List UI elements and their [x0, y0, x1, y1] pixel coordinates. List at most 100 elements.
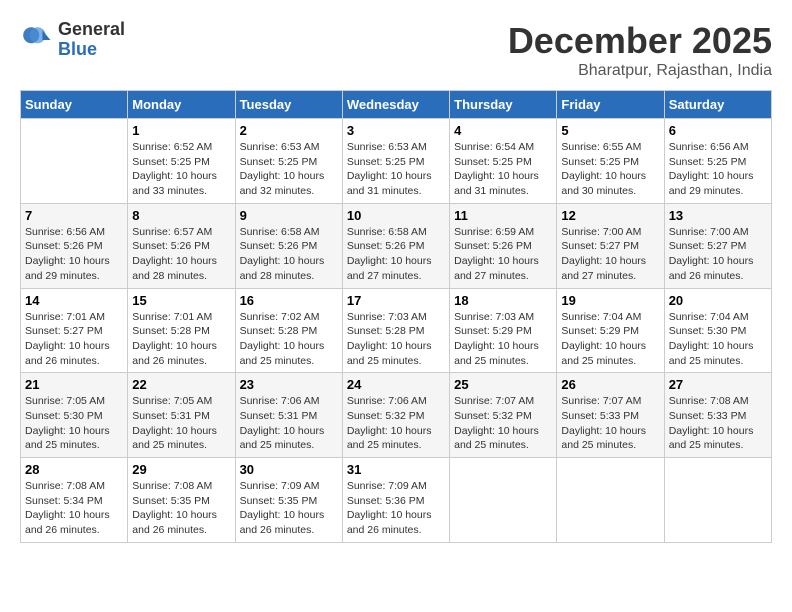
day-number: 21	[25, 377, 123, 392]
day-number: 30	[240, 462, 338, 477]
calendar-cell: 7Sunrise: 6:56 AM Sunset: 5:26 PM Daylig…	[21, 203, 128, 288]
logo-blue-text: Blue	[58, 40, 125, 60]
calendar-cell: 6 Sunrise: 6:56 AM Sunset: 5:25 PM Daylig…	[664, 119, 771, 204]
location-title: Bharatpur, Rajasthan, India	[508, 62, 772, 80]
calendar-cell: 16Sunrise: 7:02 AM Sunset: 5:28 PM Dayli…	[235, 288, 342, 373]
calendar-cell: 1Sunrise: 6:52 AM Sunset: 5:25 PM Daylig…	[128, 119, 235, 204]
logo-icon	[20, 24, 52, 56]
day-number: 15	[132, 293, 230, 308]
calendar-table: SundayMondayTuesdayWednesdayThursdayFrid…	[20, 90, 772, 543]
day-info: Sunrise: 7:01 AM Sunset: 5:28 PM Dayligh…	[132, 310, 230, 369]
weekday-header-sunday: Sunday	[21, 91, 128, 119]
logo: General Blue	[20, 20, 125, 60]
calendar-cell: 11 Sunrise: 6:59 AM Sunset: 5:26 PM Dayli…	[450, 203, 557, 288]
day-info: Sunrise: 7:00 AM Sunset: 5:27 PM Dayligh…	[561, 225, 659, 284]
calendar-week-row: 28 Sunrise: 7:08 AM Sunset: 5:34 PM Dayli…	[21, 458, 772, 543]
weekday-header-saturday: Saturday	[664, 91, 771, 119]
day-number: 20	[669, 293, 767, 308]
calendar-cell: 5Sunrise: 6:55 AM Sunset: 5:25 PM Daylig…	[557, 119, 664, 204]
calendar-week-row: 14Sunrise: 7:01 AM Sunset: 5:27 PM Dayli…	[21, 288, 772, 373]
day-number: 26	[561, 377, 659, 392]
calendar-cell: 9 Sunrise: 6:58 AM Sunset: 5:26 PM Daylig…	[235, 203, 342, 288]
day-info: Sunrise: 7:06 AM Sunset: 5:31 PM Dayligh…	[240, 394, 338, 453]
calendar-cell	[450, 458, 557, 543]
day-info: Sunrise: 6:58 AM Sunset: 5:26 PM Dayligh…	[240, 225, 338, 284]
day-info: Sunrise: 7:01 AM Sunset: 5:27 PM Dayligh…	[25, 310, 123, 369]
calendar-cell: 31 Sunrise: 7:09 AM Sunset: 5:36 PM Dayli…	[342, 458, 449, 543]
day-info: Sunrise: 7:05 AM Sunset: 5:31 PM Dayligh…	[132, 394, 230, 453]
day-number: 13	[669, 208, 767, 223]
calendar-cell: 2Sunrise: 6:53 AM Sunset: 5:25 PM Daylig…	[235, 119, 342, 204]
day-number: 17	[347, 293, 445, 308]
calendar-cell: 20 Sunrise: 7:04 AM Sunset: 5:30 PM Dayli…	[664, 288, 771, 373]
calendar-cell	[664, 458, 771, 543]
day-number: 24	[347, 377, 445, 392]
calendar-cell: 15 Sunrise: 7:01 AM Sunset: 5:28 PM Dayli…	[128, 288, 235, 373]
day-number: 4	[454, 123, 552, 138]
day-number: 5	[561, 123, 659, 138]
day-info: Sunrise: 6:52 AM Sunset: 5:25 PM Dayligh…	[132, 140, 230, 199]
calendar-cell: 28 Sunrise: 7:08 AM Sunset: 5:34 PM Dayli…	[21, 458, 128, 543]
weekday-header-tuesday: Tuesday	[235, 91, 342, 119]
calendar-cell	[21, 119, 128, 204]
day-info: Sunrise: 7:04 AM Sunset: 5:29 PM Dayligh…	[561, 310, 659, 369]
day-number: 23	[240, 377, 338, 392]
day-info: Sunrise: 7:02 AM Sunset: 5:28 PM Dayligh…	[240, 310, 338, 369]
day-info: Sunrise: 6:58 AM Sunset: 5:26 PM Dayligh…	[347, 225, 445, 284]
day-info: Sunrise: 7:09 AM Sunset: 5:36 PM Dayligh…	[347, 479, 445, 538]
day-info: Sunrise: 7:09 AM Sunset: 5:35 PM Dayligh…	[240, 479, 338, 538]
calendar-cell: 8Sunrise: 6:57 AM Sunset: 5:26 PM Daylig…	[128, 203, 235, 288]
day-number: 19	[561, 293, 659, 308]
day-number: 22	[132, 377, 230, 392]
day-number: 29	[132, 462, 230, 477]
day-info: Sunrise: 6:53 AM Sunset: 5:25 PM Dayligh…	[347, 140, 445, 199]
day-number: 6	[669, 123, 767, 138]
day-number: 27	[669, 377, 767, 392]
calendar-cell: 4Sunrise: 6:54 AM Sunset: 5:25 PM Daylig…	[450, 119, 557, 204]
calendar-cell: 26Sunrise: 7:07 AM Sunset: 5:33 PM Dayli…	[557, 373, 664, 458]
weekday-header-row: SundayMondayTuesdayWednesdayThursdayFrid…	[21, 91, 772, 119]
calendar-cell: 17 Sunrise: 7:03 AM Sunset: 5:28 PM Dayli…	[342, 288, 449, 373]
day-number: 10	[347, 208, 445, 223]
day-number: 12	[561, 208, 659, 223]
day-info: Sunrise: 6:56 AM Sunset: 5:26 PM Dayligh…	[25, 225, 123, 284]
weekday-header-monday: Monday	[128, 91, 235, 119]
day-info: Sunrise: 7:07 AM Sunset: 5:32 PM Dayligh…	[454, 394, 552, 453]
calendar-cell: 10 Sunrise: 6:58 AM Sunset: 5:26 PM Dayli…	[342, 203, 449, 288]
title-area: December 2025 Bharatpur, Rajasthan, Indi…	[508, 20, 772, 80]
day-info: Sunrise: 7:03 AM Sunset: 5:29 PM Dayligh…	[454, 310, 552, 369]
day-number: 18	[454, 293, 552, 308]
calendar-cell	[557, 458, 664, 543]
calendar-cell: 19 Sunrise: 7:04 AM Sunset: 5:29 PM Dayli…	[557, 288, 664, 373]
calendar-cell: 18 Sunrise: 7:03 AM Sunset: 5:29 PM Dayli…	[450, 288, 557, 373]
weekday-header-friday: Friday	[557, 91, 664, 119]
calendar-cell: 29 Sunrise: 7:08 AM Sunset: 5:35 PM Dayli…	[128, 458, 235, 543]
calendar-cell: 23 Sunrise: 7:06 AM Sunset: 5:31 PM Dayli…	[235, 373, 342, 458]
day-number: 9	[240, 208, 338, 223]
day-number: 11	[454, 208, 552, 223]
logo-text: General Blue	[58, 20, 125, 60]
calendar-week-row: 21 Sunrise: 7:05 AM Sunset: 5:30 PM Dayli…	[21, 373, 772, 458]
day-info: Sunrise: 6:56 AM Sunset: 5:25 PM Dayligh…	[669, 140, 767, 199]
day-info: Sunrise: 7:08 AM Sunset: 5:34 PM Dayligh…	[25, 479, 123, 538]
day-info: Sunrise: 7:08 AM Sunset: 5:35 PM Dayligh…	[132, 479, 230, 538]
weekday-header-wednesday: Wednesday	[342, 91, 449, 119]
day-number: 28	[25, 462, 123, 477]
day-info: Sunrise: 7:04 AM Sunset: 5:30 PM Dayligh…	[669, 310, 767, 369]
month-title: December 2025	[508, 20, 772, 62]
day-info: Sunrise: 7:03 AM Sunset: 5:28 PM Dayligh…	[347, 310, 445, 369]
day-info: Sunrise: 6:53 AM Sunset: 5:25 PM Dayligh…	[240, 140, 338, 199]
day-info: Sunrise: 6:59 AM Sunset: 5:26 PM Dayligh…	[454, 225, 552, 284]
day-info: Sunrise: 6:57 AM Sunset: 5:26 PM Dayligh…	[132, 225, 230, 284]
calendar-cell: 22 Sunrise: 7:05 AM Sunset: 5:31 PM Dayli…	[128, 373, 235, 458]
calendar-cell: 24 Sunrise: 7:06 AM Sunset: 5:32 PM Dayli…	[342, 373, 449, 458]
logo-general-text: General	[58, 20, 125, 40]
day-number: 25	[454, 377, 552, 392]
calendar-cell: 12 Sunrise: 7:00 AM Sunset: 5:27 PM Dayli…	[557, 203, 664, 288]
calendar-cell: 27Sunrise: 7:08 AM Sunset: 5:33 PM Dayli…	[664, 373, 771, 458]
calendar-cell: 3 Sunrise: 6:53 AM Sunset: 5:25 PM Daylig…	[342, 119, 449, 204]
day-info: Sunrise: 7:06 AM Sunset: 5:32 PM Dayligh…	[347, 394, 445, 453]
day-info: Sunrise: 7:05 AM Sunset: 5:30 PM Dayligh…	[25, 394, 123, 453]
day-number: 3	[347, 123, 445, 138]
day-number: 31	[347, 462, 445, 477]
